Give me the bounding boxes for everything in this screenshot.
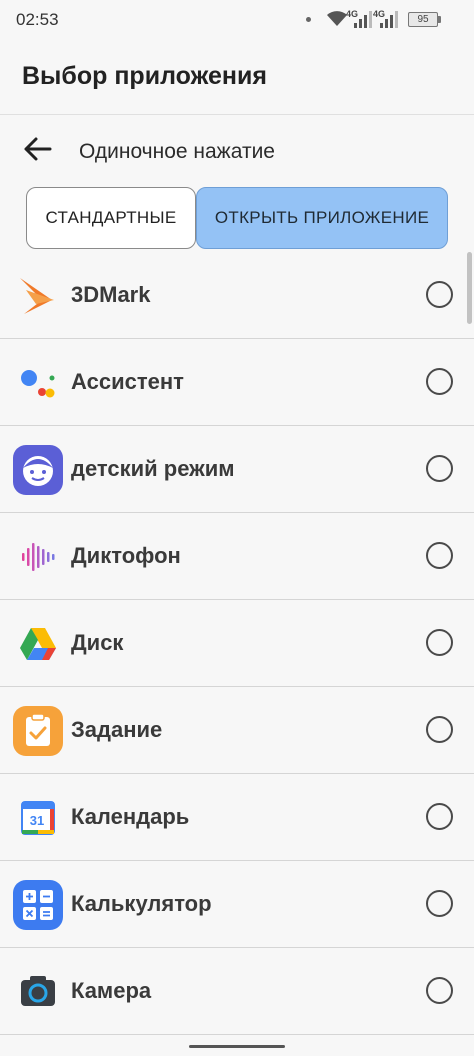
list-item[interactable]: Ассистент	[0, 339, 474, 426]
app-list: 3DMark Ассистент детский режим Диктофон …	[0, 252, 474, 1035]
radio-button[interactable]	[426, 281, 453, 308]
wifi-icon	[327, 11, 347, 26]
radio-button[interactable]	[426, 716, 453, 743]
list-item[interactable]: Диктофон	[0, 513, 474, 600]
app-name: Календарь	[71, 804, 190, 829]
status-bar: 02:53 4G 4G 95	[0, 0, 474, 40]
tab-standard[interactable]: СТАНДАРТНЫЕ	[26, 187, 196, 249]
back-arrow-icon[interactable]	[20, 134, 54, 164]
camera-icon	[21, 976, 55, 1006]
calendar-icon-date: 31	[30, 813, 44, 828]
radio-button[interactable]	[426, 629, 453, 656]
radio-button[interactable]	[426, 368, 453, 395]
app-name: Камера	[71, 978, 152, 1003]
radio-button[interactable]	[426, 890, 453, 917]
app-name: Калькулятор	[71, 891, 212, 916]
radio-button[interactable]	[426, 455, 453, 482]
calculator-icon	[13, 880, 63, 930]
list-item[interactable]: Задание	[0, 687, 474, 774]
list-item[interactable]: Камера	[0, 948, 474, 1035]
app-name: Диктофон	[71, 543, 181, 568]
recorder-icon	[22, 543, 55, 571]
scrollbar[interactable]	[467, 252, 472, 324]
tasks-icon	[13, 706, 63, 756]
3dmark-icon	[20, 278, 54, 314]
calendar-icon: 31	[21, 801, 55, 835]
assistant-icon	[21, 370, 55, 398]
list-item[interactable]: Диск	[0, 600, 474, 687]
divider	[0, 1034, 474, 1035]
page-title: Выбор приложения	[22, 62, 267, 90]
app-name: Задание	[71, 717, 163, 742]
divider	[0, 114, 474, 115]
radio-button[interactable]	[426, 803, 453, 830]
list-item[interactable]: детский режим	[0, 426, 474, 513]
list-item[interactable]: Калькулятор	[0, 861, 474, 948]
notification-dot-icon	[306, 17, 311, 22]
battery-icon: 95	[408, 12, 438, 27]
section-title: Одиночное нажатие	[79, 140, 275, 163]
tab-open-app[interactable]: ОТКРЫТЬ ПРИЛОЖЕНИЕ	[196, 187, 448, 249]
status-time: 02:53	[16, 10, 59, 29]
list-item[interactable]: 3DMark	[0, 252, 474, 339]
signal-icon	[380, 11, 398, 28]
app-name: Диск	[71, 630, 124, 655]
app-name: 3DMark	[71, 282, 151, 307]
radio-button[interactable]	[426, 977, 453, 1004]
list-item[interactable]: 31 Календарь	[0, 774, 474, 861]
kids-mode-icon	[13, 445, 63, 495]
app-name: детский режим	[71, 456, 235, 481]
battery-tip	[438, 16, 441, 23]
radio-button[interactable]	[426, 542, 453, 569]
gesture-nav-handle[interactable]	[189, 1045, 285, 1048]
app-name: Ассистент	[71, 369, 184, 394]
signal-icon	[354, 11, 372, 28]
drive-icon	[20, 628, 56, 660]
